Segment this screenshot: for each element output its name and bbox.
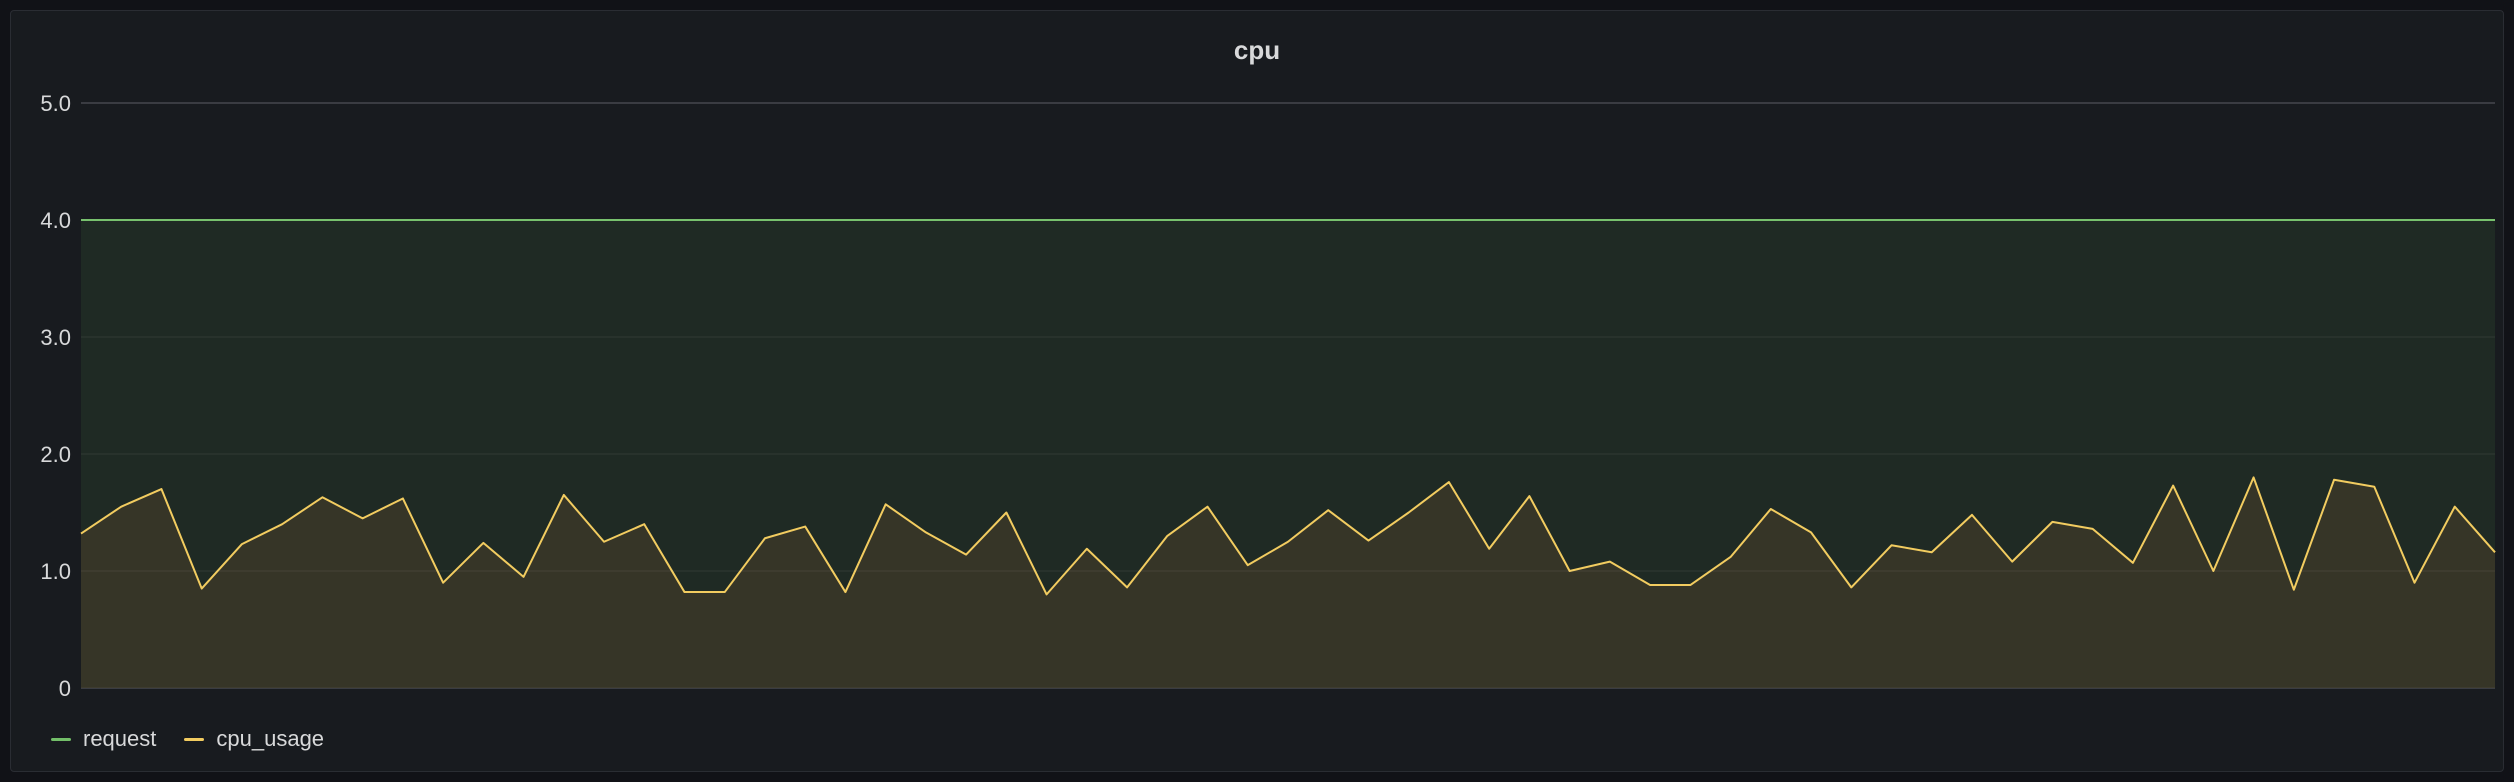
legend-item-request[interactable]: request (51, 726, 156, 752)
y-tick-label-0: 0 (59, 676, 71, 701)
y-tick-label-4: 4.0 (40, 208, 71, 233)
cpu-chart: 0 1.0 2.0 3.0 4.0 5.0 (40, 91, 2496, 701)
y-tick-label-3: 3.0 (40, 325, 71, 350)
legend-label-request: request (83, 726, 157, 751)
legend-swatch-cpu-usage (184, 737, 205, 741)
legend-item-cpu-usage[interactable]: cpu_usage (184, 726, 324, 752)
legend-label-cpu-usage: cpu_usage (216, 726, 325, 751)
legend: request cpu_usage (51, 726, 324, 752)
y-tick-label-1: 1.0 (40, 559, 71, 584)
y-tick-label-2: 2.0 (40, 442, 71, 467)
y-tick-label-5: 5.0 (40, 91, 71, 116)
chart-panel: cpu 0 1.0 2.0 3.0 4.0 5.0 request cpu_usage (10, 10, 2504, 772)
legend-swatch-request (51, 737, 71, 741)
